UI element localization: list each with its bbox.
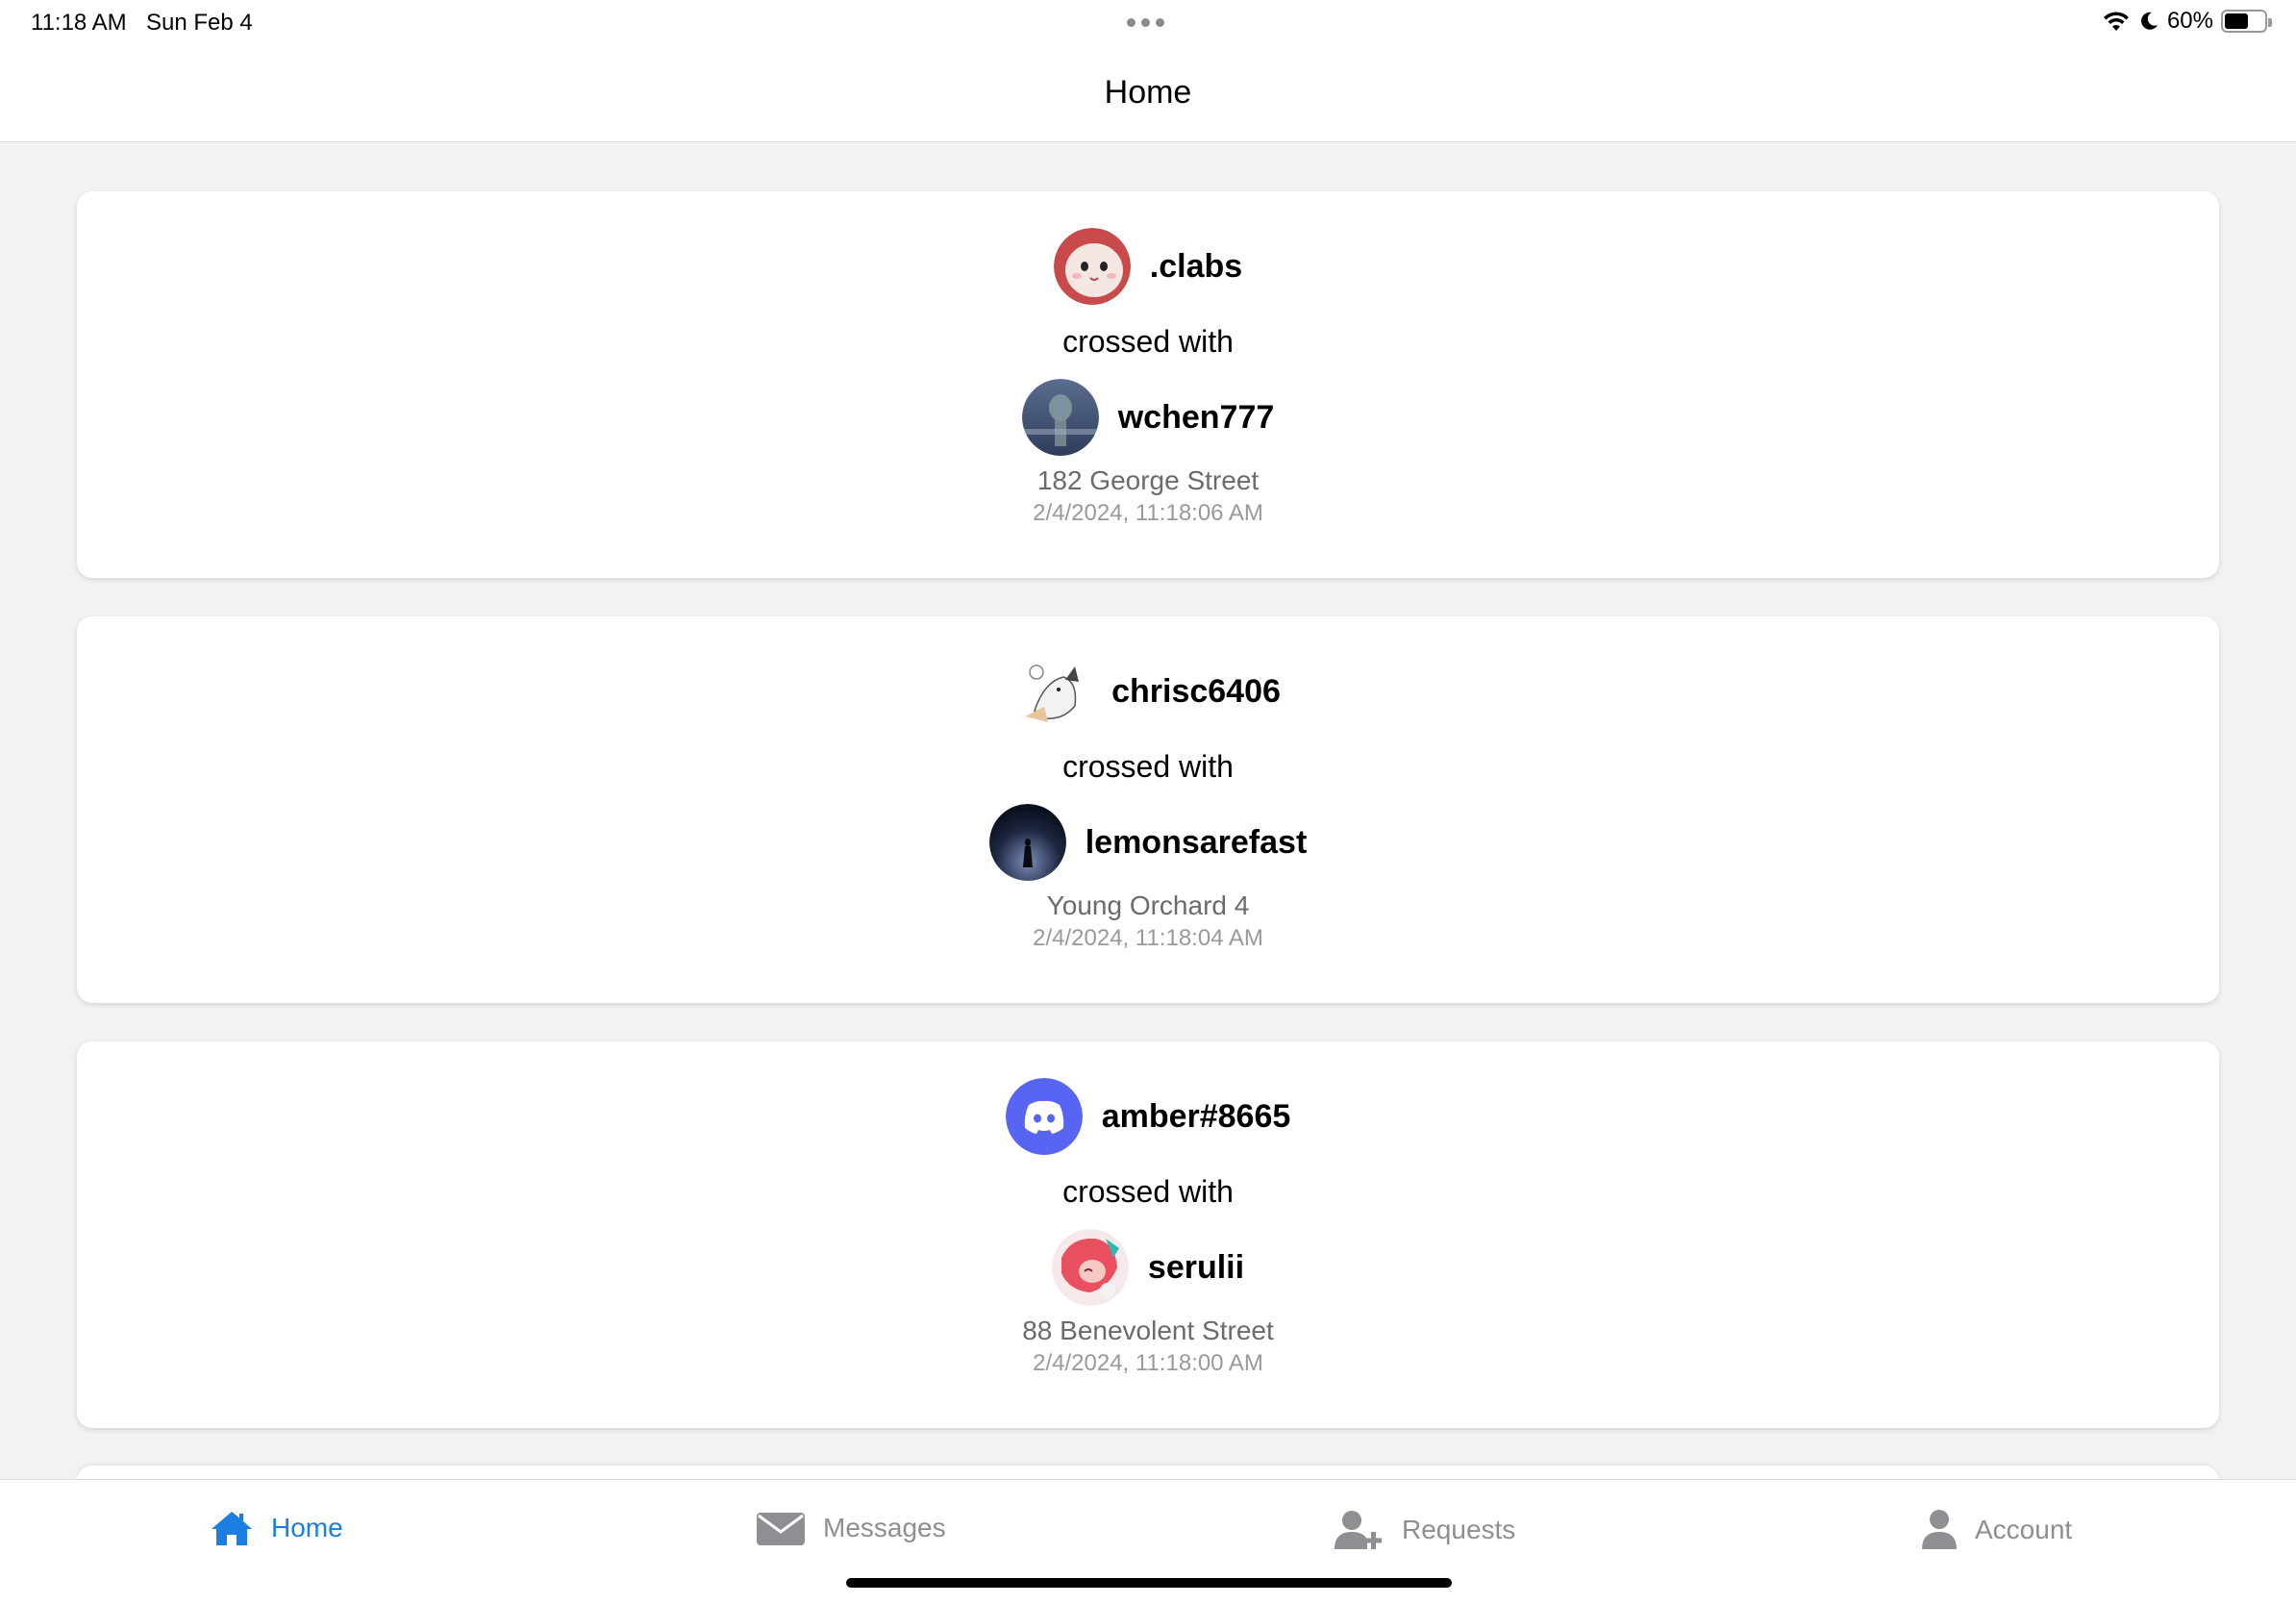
tab-account[interactable]: Account [1921,1509,2072,1551]
status-date: Sun Feb 4 [146,10,253,36]
battery-level [2225,13,2248,29]
user1-row[interactable]: chrisc6406 [1015,653,1281,730]
crossing-card[interactable]: .clabs crossed with wchen777 182 George … [77,191,2219,578]
home-indicator[interactable] [846,1578,1452,1588]
username[interactable]: amber#8665 [1102,1098,1291,1136]
crossing-card[interactable]: amber#8665 crossed with serulii 88 Benev… [77,1041,2219,1428]
timestamp-text: 2/4/2024, 11:18:00 AM [1033,1350,1263,1376]
add-user-icon [1335,1511,1382,1549]
timestamp-text: 2/4/2024, 11:18:06 AM [1033,500,1263,526]
user1-row[interactable]: amber#8665 [1005,1078,1291,1155]
user2-row[interactable]: serulii [1051,1229,1244,1306]
status-time: 11:18 AM [31,10,127,36]
timestamp-text: 2/4/2024, 11:18:04 AM [1033,925,1263,951]
crossed-with-label: crossed with [1062,749,1234,784]
crossed-with-label: crossed with [1062,324,1234,359]
tab-home-label: Home [271,1513,343,1542]
tab-home[interactable]: Home [210,1509,343,1547]
username[interactable]: wchen777 [1118,399,1275,437]
crossing-card[interactable]: chrisc6406 crossed with lemonsarefast Yo… [77,616,2219,1003]
user1-row[interactable]: .clabs [1053,228,1243,305]
tab-messages-label: Messages [823,1513,946,1542]
moon-icon [2141,12,2158,30]
navigation-bar: Home [0,44,2296,142]
user2-row[interactable]: wchen777 [1021,379,1275,456]
user2-row[interactable]: lemonsarefast [988,804,1308,881]
location-text: 88 Benevolent Street [1022,1316,1274,1345]
crossed-with-label: crossed with [1062,1174,1234,1209]
envelope-icon [757,1513,805,1545]
username[interactable]: lemonsarefast [1086,824,1308,862]
username-prefix: . [1149,247,1160,285]
person-icon [1922,1510,1957,1549]
tab-account-label: Account [1975,1515,2073,1544]
wifi-icon [2103,12,2129,31]
status-indicators: 60% [2102,8,2272,35]
username[interactable]: chrisc6406 [1111,673,1281,711]
avatar[interactable] [1021,379,1099,456]
battery-percent: 60% [2166,8,2213,34]
battery-icon [2221,10,2272,33]
page-title: Home [1104,74,1192,111]
username[interactable]: serulii [1148,1249,1244,1287]
avatar[interactable] [1051,1229,1129,1306]
status-bar: 11:18 AM Sun Feb 4 60% [0,0,2296,44]
location-text: Young Orchard 4 [1046,890,1250,920]
discord-avatar-icon[interactable] [1005,1078,1083,1155]
tab-requests-label: Requests [1402,1515,1516,1544]
avatar[interactable] [1053,228,1131,305]
home-icon [212,1512,252,1545]
crossings-feed[interactable]: .clabs crossed with wchen777 182 George … [77,191,2219,1466]
multitasking-dots-icon[interactable] [1127,18,1164,27]
avatar[interactable] [1015,653,1093,730]
tab-requests[interactable]: Requests [1335,1509,1515,1551]
tab-messages[interactable]: Messages [756,1509,946,1547]
location-text: 182 George Street [1036,465,1260,495]
username: clabs [1159,247,1243,285]
avatar[interactable] [988,804,1066,881]
